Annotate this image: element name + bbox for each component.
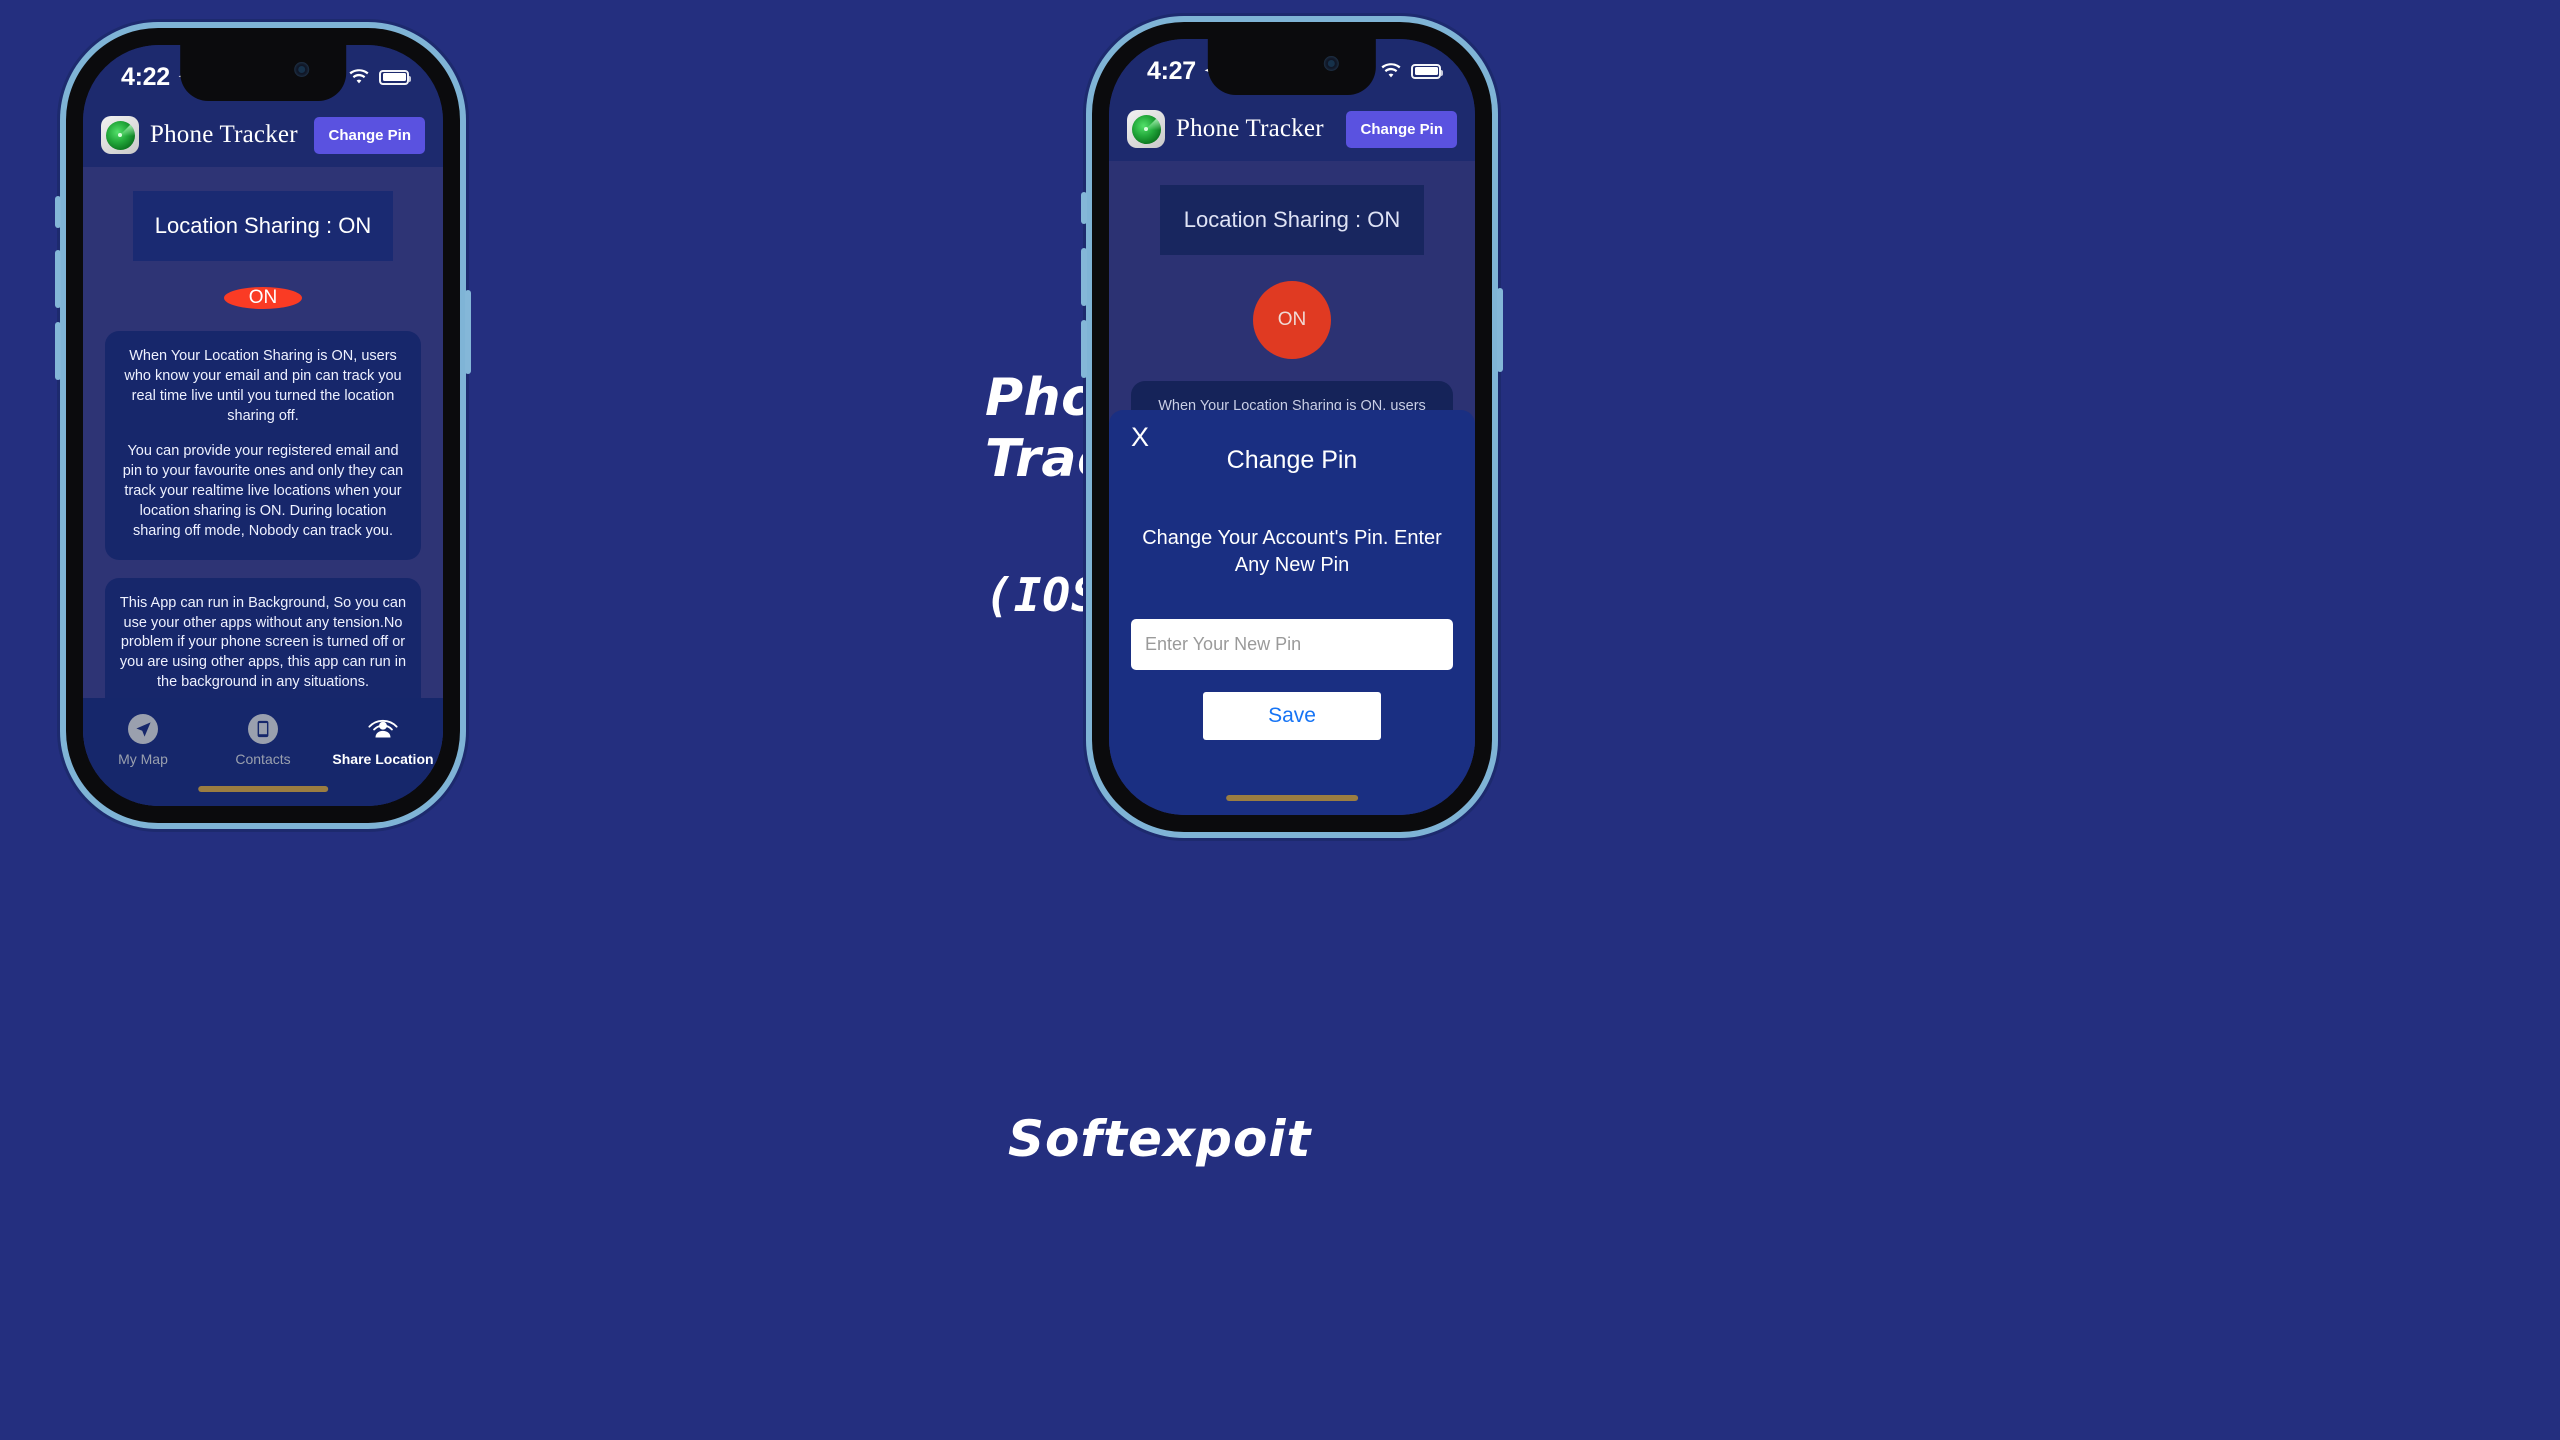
- phone-left: 4:22 Phone Tracker Change Pin Location S…: [55, 28, 471, 823]
- tab-my-map[interactable]: My Map: [83, 714, 203, 767]
- phone-device-icon: [248, 714, 278, 744]
- power-button[interactable]: [465, 290, 471, 374]
- tab-label: Contacts: [235, 751, 291, 767]
- app-title: Phone Tracker: [150, 121, 298, 148]
- home-indicator[interactable]: [1226, 795, 1358, 801]
- power-button[interactable]: [1497, 288, 1503, 372]
- status-time: 4:27: [1147, 56, 1196, 85]
- close-icon[interactable]: X: [1131, 423, 1149, 451]
- app-header-left: Phone Tracker Change Pin: [83, 103, 443, 167]
- device-notch: [1207, 39, 1377, 95]
- radar-app-icon: [101, 116, 139, 154]
- app-body-right: Location Sharing : ON ON When Your Locat…: [1109, 161, 1475, 815]
- phone-right: 4:27 Phone Tracker Change Pin Location S…: [1081, 22, 1503, 832]
- new-pin-input[interactable]: [1131, 618, 1453, 670]
- share-person-icon: [368, 714, 398, 744]
- volume-down-button[interactable]: [1081, 320, 1087, 378]
- wifi-icon: [349, 68, 369, 83]
- volume-down-button[interactable]: [55, 322, 61, 380]
- battery-icon: [1411, 63, 1443, 79]
- change-pin-button[interactable]: Change Pin: [1346, 110, 1457, 148]
- promo-brand: Softexpoit: [1008, 1110, 1312, 1168]
- tab-share-location[interactable]: Share Location: [323, 714, 443, 767]
- location-sharing-banner: Location Sharing : ON: [133, 191, 393, 261]
- modal-title: Change Pin: [1226, 445, 1358, 474]
- mute-switch[interactable]: [55, 196, 61, 228]
- location-toggle-button[interactable]: ON: [1253, 281, 1331, 359]
- tab-label: Share Location: [332, 751, 434, 767]
- battery-icon: [379, 69, 411, 85]
- front-camera-icon: [1324, 56, 1340, 71]
- info-paragraph-1: When Your Location Sharing is ON, users …: [124, 348, 402, 424]
- radar-app-icon: [1127, 110, 1165, 148]
- brand-left: Phone Tracker: [101, 116, 298, 154]
- location-toggle-button[interactable]: ON: [224, 287, 302, 309]
- device-notch: [180, 45, 346, 101]
- change-pin-modal: X Change Pin Change Your Account's Pin. …: [1109, 409, 1475, 815]
- app-header-right: Phone Tracker Change Pin: [1109, 97, 1475, 161]
- wifi-icon: [1381, 62, 1401, 77]
- mute-switch[interactable]: [1081, 192, 1087, 224]
- app-title: Phone Tracker: [1176, 115, 1324, 142]
- location-sharing-banner: Location Sharing : ON: [1160, 185, 1424, 255]
- save-button[interactable]: Save: [1203, 691, 1381, 740]
- info-card-primary: When Your Location Sharing is ON, users …: [104, 331, 422, 560]
- home-indicator[interactable]: [198, 786, 328, 792]
- front-camera-icon: [294, 62, 310, 77]
- status-time: 4:22: [121, 62, 170, 91]
- modal-subtitle: Change Your Account's Pin. Enter Any New…: [1142, 526, 1442, 576]
- background-paragraph-1: This App can run in Background, So you c…: [119, 594, 407, 691]
- volume-up-button[interactable]: [55, 250, 61, 308]
- location-arrow-icon: [128, 714, 158, 744]
- app-body-left: Location Sharing : ON ON When Your Locat…: [83, 167, 443, 806]
- change-pin-button[interactable]: Change Pin: [314, 116, 425, 154]
- volume-up-button[interactable]: [1081, 248, 1087, 306]
- screenshot-stage: 4:22 Phone Tracker Change Pin Location S…: [0, 0, 2560, 1440]
- tab-contacts[interactable]: Contacts: [203, 714, 323, 767]
- brand-right: Phone Tracker: [1127, 110, 1324, 148]
- tab-label: My Map: [118, 751, 168, 767]
- info-paragraph-2: You can provide your registered email an…: [122, 443, 404, 539]
